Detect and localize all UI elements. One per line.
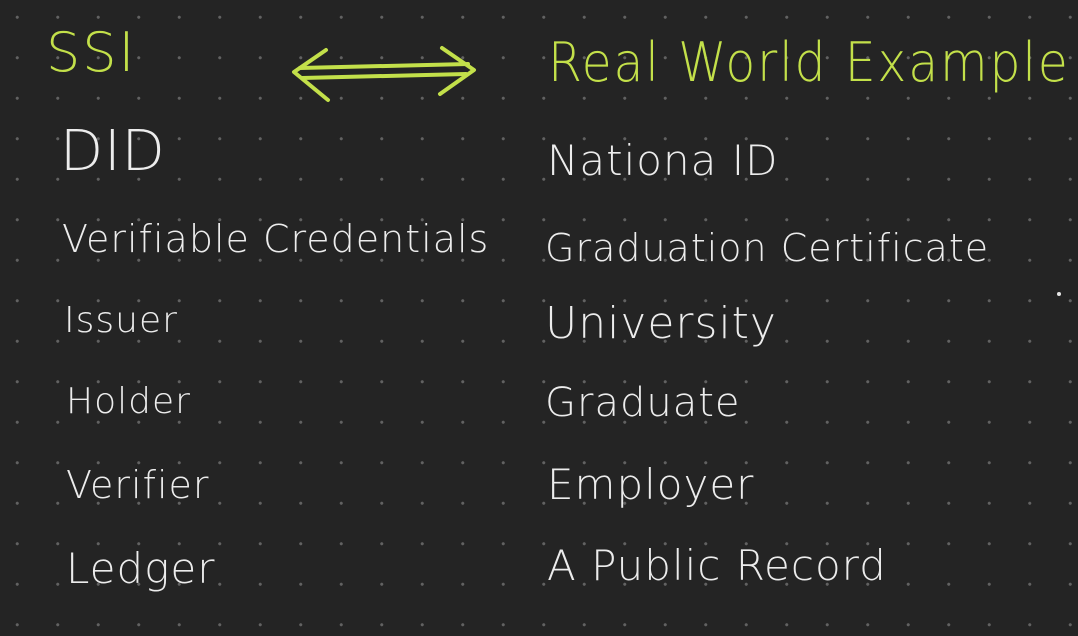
example-graduation-certificate: Graduation Certificate — [545, 226, 990, 270]
term-issuer: Issuer — [64, 300, 178, 341]
term-verifiable-credentials: Verifiable Credentials — [62, 217, 490, 261]
double-headed-arrow-icon — [292, 46, 476, 102]
stray-ink-dot — [1057, 292, 1061, 296]
note-canvas: SSI Real World Example DID Verifiable Cr… — [0, 0, 1078, 636]
term-verifier: Verifier — [66, 463, 210, 507]
header-real-world-example: Real World Example — [548, 31, 1070, 94]
example-university: University — [545, 298, 777, 349]
term-ledger: Ledger — [66, 544, 216, 593]
example-nationa-id: Nationa ID — [547, 136, 779, 185]
example-employer: Employer — [547, 460, 755, 509]
term-did: DID — [60, 119, 166, 184]
example-a-public-record: A Public Record — [547, 541, 887, 590]
header-ssi: SSI — [46, 21, 137, 84]
term-holder: Holder — [66, 381, 191, 422]
example-graduate: Graduate — [545, 380, 741, 426]
